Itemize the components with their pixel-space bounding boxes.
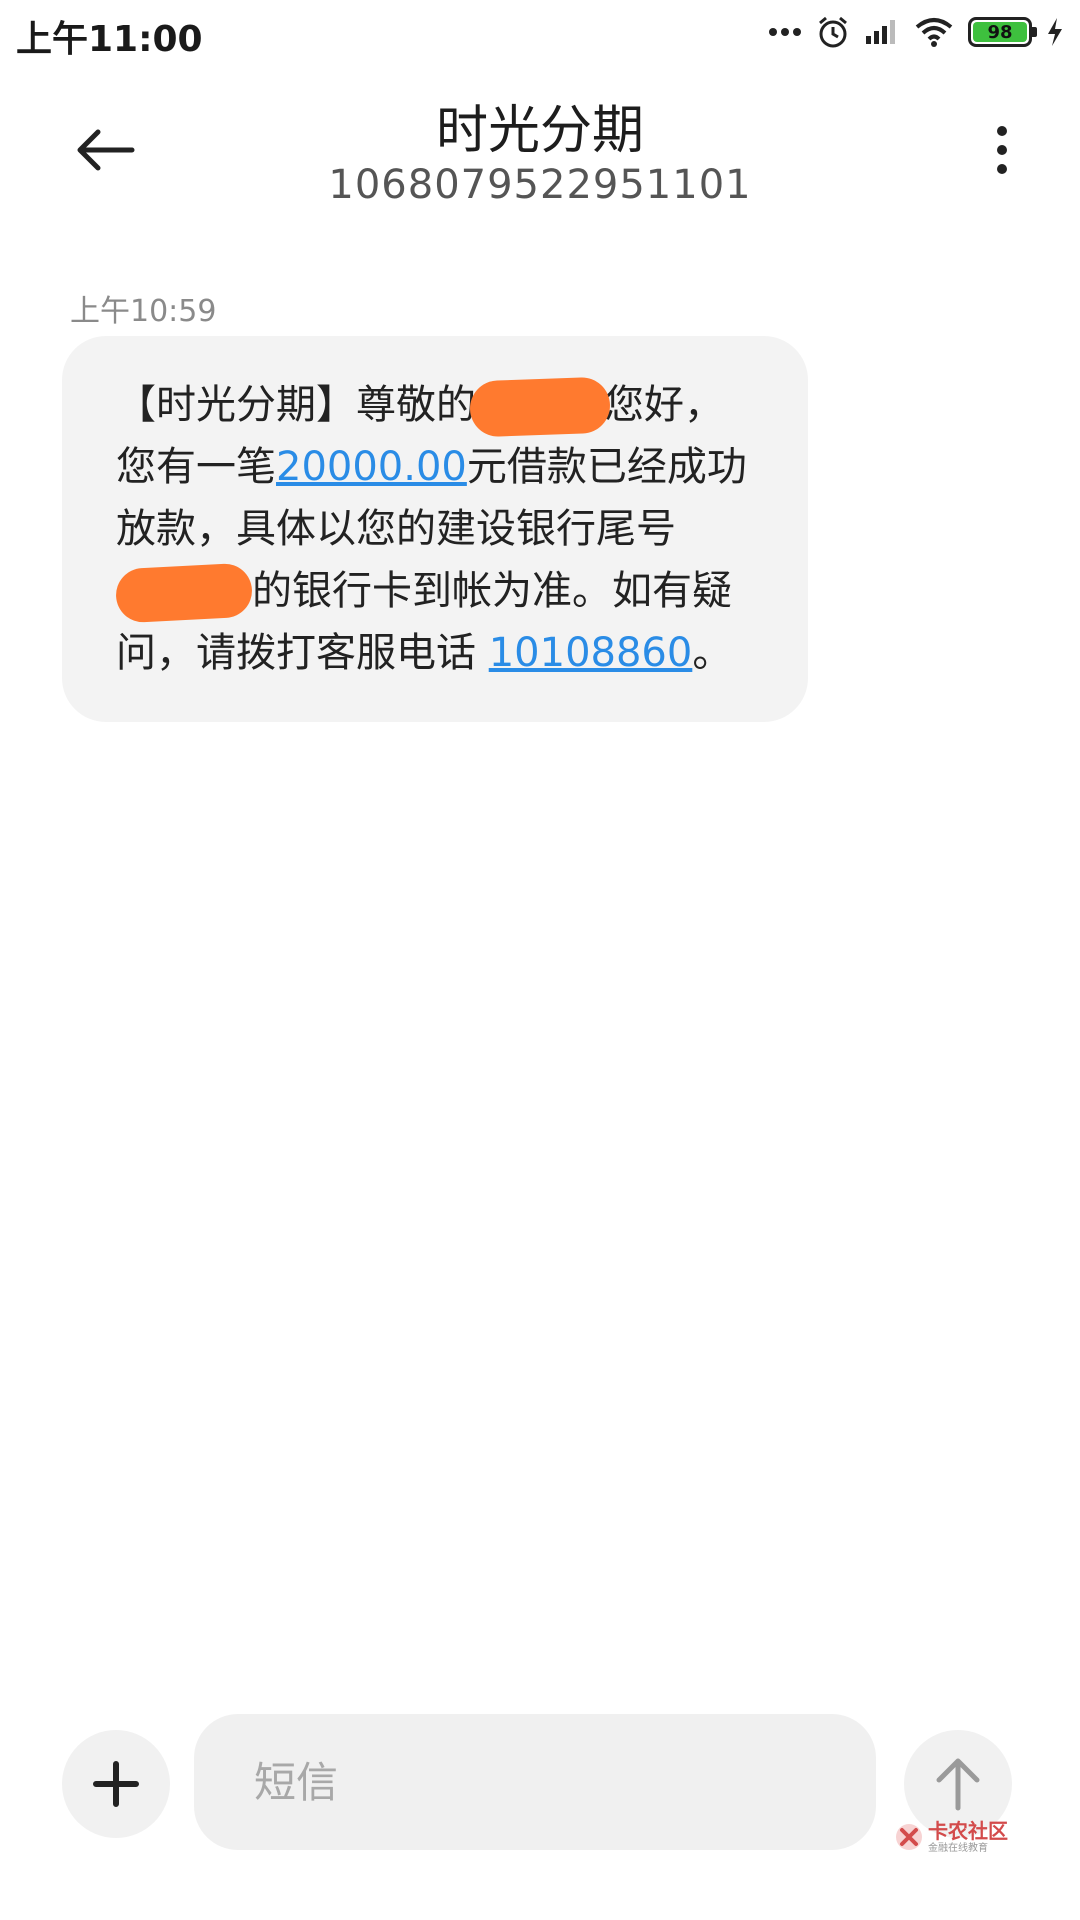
watermark-text: 卡农社区 金融在线教育 xyxy=(928,1821,1008,1854)
phone-number-link[interactable]: 10108860 xyxy=(489,630,693,676)
wifi-icon xyxy=(915,18,953,47)
watermark-logo-icon xyxy=(896,1824,922,1850)
more-vertical-icon xyxy=(997,126,1007,174)
redacted-name xyxy=(469,376,611,438)
message-text-part: 【时光分期】尊敬的 xyxy=(116,382,476,428)
contact-title: 时光分期 xyxy=(435,101,644,161)
arrow-up-icon xyxy=(936,1758,980,1811)
status-icons: 98 xyxy=(768,10,1064,54)
message-text-part: 您好， xyxy=(604,382,724,428)
message-text-part: 。 xyxy=(692,630,733,676)
sms-input[interactable] xyxy=(194,1714,876,1850)
watermark-subtitle: 金融在线教育 xyxy=(928,1842,988,1854)
signal-icon xyxy=(866,20,895,44)
more-options-button[interactable] xyxy=(972,110,1032,190)
redacted-card-number xyxy=(114,562,254,624)
status-bar: 上午11:00 98 xyxy=(0,0,1080,66)
plus-icon xyxy=(93,1761,139,1807)
message-text: 【时光分期】尊敬的 您好，您有一笔20000.00元借款已经成功放款，具体以您的建… xyxy=(114,374,754,684)
message-bubble[interactable]: 【时光分期】尊敬的 您好，您有一笔20000.00元借款已经成功放款，具体以您的建… xyxy=(62,336,808,722)
sms-conversation-screen: 上午11:00 98 时光分期 1068079522951101 上午10:59… xyxy=(0,0,1080,1920)
charging-icon xyxy=(1048,18,1062,46)
conversation-header: 时光分期 1068079522951101 xyxy=(0,80,1080,230)
watermark: 卡农社区 金融在线教育 xyxy=(894,1812,1014,1862)
amount-link[interactable]: 20000.00 xyxy=(276,444,467,490)
message-timestamp: 上午10:59 xyxy=(70,294,217,329)
battery-icon: 98 xyxy=(968,17,1037,47)
alarm-icon xyxy=(819,16,847,48)
battery-level: 98 xyxy=(973,22,1027,43)
add-attachment-button[interactable] xyxy=(62,1730,170,1838)
status-time: 上午11:00 xyxy=(16,19,203,60)
more-dots-icon xyxy=(769,28,801,36)
message-text-part: 您有一笔 xyxy=(116,444,276,490)
watermark-title: 卡农社区 xyxy=(928,1818,1008,1843)
contact-phone-number: 1068079522951101 xyxy=(328,162,752,208)
